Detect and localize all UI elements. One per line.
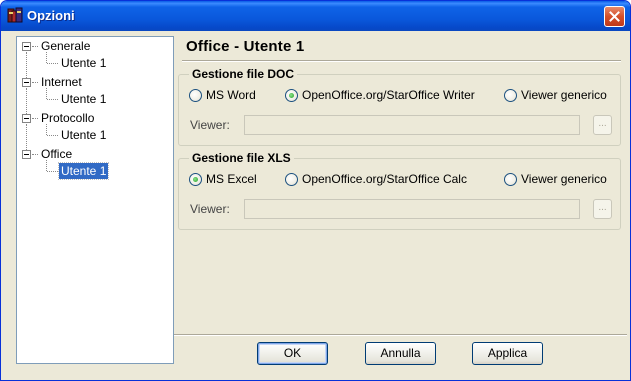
collapse-icon[interactable] [22,42,31,51]
radio-button-icon[interactable] [285,88,298,102]
radio-label: OpenOffice.org/StarOffice Writer [302,88,475,102]
doc-group: Gestione file DOC MS Word OpenOffice.org… [178,67,621,146]
footer-divider [174,334,627,336]
radio-label: MS Excel [206,172,257,186]
group-legend: Gestione file DOC [189,67,298,81]
viewer-path-input[interactable] [244,199,580,219]
group-legend: Gestione file XLS [189,151,294,165]
tree-item-label: Office [41,147,73,161]
radio-button-icon[interactable] [189,88,202,102]
radio-openoffice-writer[interactable]: OpenOffice.org/StarOffice Writer [285,87,475,103]
radio-button-icon[interactable] [504,172,517,186]
radio-viewer-generico[interactable]: Viewer generico [504,87,607,103]
page-title: Office - Utente 1 [186,38,305,55]
radio-button-icon[interactable] [504,88,517,102]
radio-label: OpenOffice.org/StarOffice Calc [302,172,467,186]
browse-button[interactable]: ... [593,115,612,135]
radio-button-icon[interactable] [189,172,202,186]
window-title: Opzioni [27,8,75,23]
cancel-button[interactable]: Annulla [365,342,436,365]
tree-item-label: Generale [41,39,91,53]
viewer-label: Viewer: [190,118,230,132]
radio-label: Viewer generico [521,88,607,102]
collapse-icon[interactable] [22,78,31,87]
options-dialog: Opzioni Generale Utente 1 Internet Utent… [0,0,631,381]
viewer-path-input[interactable] [244,115,580,135]
radio-button-icon[interactable] [285,172,298,186]
title-bar[interactable]: Opzioni [1,1,630,31]
dialog-body: Generale Utente 1 Internet Utente 1 Prot… [4,31,627,379]
apply-button[interactable]: Applica [472,342,543,365]
browse-button[interactable]: ... [593,199,612,219]
radio-label: MS Word [206,88,256,102]
radio-label: Viewer generico [521,172,607,186]
close-icon [609,11,620,22]
tree-item-label: Utente 1 [61,92,107,106]
tree-item-label: Protocollo [41,111,95,125]
app-icon [7,7,23,23]
tree-item-label: Utente 1 [61,56,107,70]
collapse-icon[interactable] [22,114,31,123]
ok-button[interactable]: OK [257,342,328,365]
close-button[interactable] [604,6,625,27]
xls-group: Gestione file XLS MS Excel OpenOffice.or… [178,151,621,230]
title-divider [182,60,621,62]
radio-ms-excel[interactable]: MS Excel [189,171,257,187]
radio-ms-word[interactable]: MS Word [189,87,256,103]
category-tree[interactable]: Generale Utente 1 Internet Utente 1 Prot… [16,36,174,364]
tree-item-label-selected: Utente 1 [57,162,110,180]
tree-item-label: Utente 1 [61,128,107,142]
collapse-icon[interactable] [22,150,31,159]
radio-openoffice-calc[interactable]: OpenOffice.org/StarOffice Calc [285,171,467,187]
radio-viewer-generico[interactable]: Viewer generico [504,171,607,187]
viewer-label: Viewer: [190,202,230,216]
settings-panel: Office - Utente 1 Gestione file DOC MS W… [174,31,625,331]
